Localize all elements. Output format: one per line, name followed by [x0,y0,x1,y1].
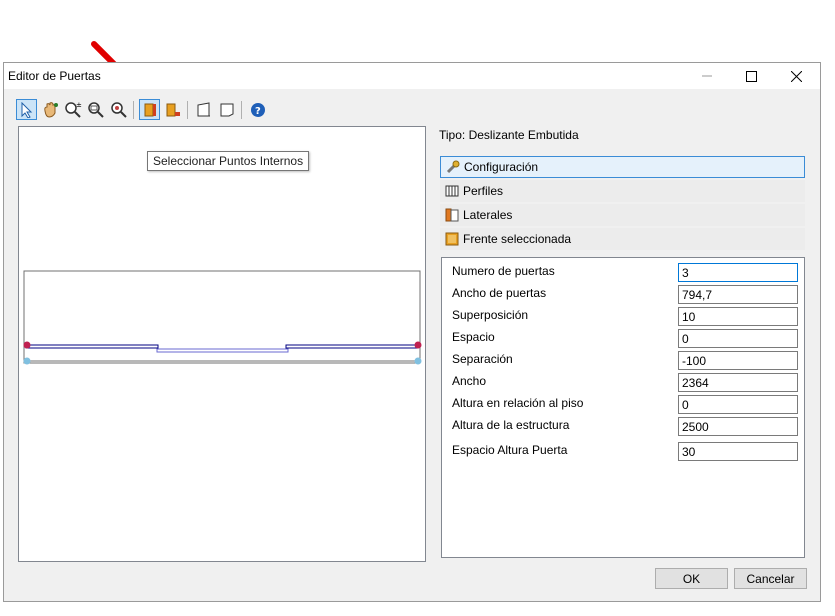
help-tool[interactable]: ? [247,99,268,120]
select-internal-points-icon [144,103,156,116]
espacio-input[interactable] [678,329,798,348]
section-label: Frente seleccionada [463,232,572,246]
numero-de-puertas-input[interactable] [678,263,798,282]
altura-estructura-input[interactable] [678,417,798,436]
minimize-icon [701,75,712,77]
select-arrow-tool[interactable] [16,99,37,120]
editor-window: Editor de Puertas ± ? Tipo: Deslizante E… [3,62,821,602]
tooltip: Seleccionar Puntos Internos [147,151,310,171]
section-laterales[interactable]: Laterales [440,204,805,226]
zoom-window-tool[interactable] [85,99,106,120]
pan-hand-icon [43,101,58,118]
point-left-top [23,341,31,349]
minimize-button[interactable] [684,63,729,89]
front-panel-icon [444,231,460,247]
separacion-input[interactable] [678,351,798,370]
toolbar-separator [187,101,188,119]
superposicion-input[interactable] [678,307,798,326]
section-label: Perfiles [463,184,504,198]
property-label: Superposición [452,308,529,322]
section-label: Laterales [463,208,513,222]
toolbar-separator [133,101,134,119]
svg-text:±: ± [76,101,82,109]
laterals-icon [444,207,460,223]
property-label: Ancho [452,374,487,388]
property-label: Altura en relación al piso [452,396,584,410]
ok-button[interactable]: OK [655,568,728,589]
select-internal-points-tool[interactable] [139,99,160,120]
profiles-icon [444,183,460,199]
pan-tool[interactable] [39,99,60,120]
close-button[interactable] [774,63,819,89]
wrench-icon [445,159,461,175]
zoom-tool[interactable] [108,99,129,120]
point-right-bottom [414,357,422,365]
select-external-points-icon [166,103,180,116]
svg-text:?: ? [255,106,261,117]
help-icon: ? [250,102,265,117]
close-icon [791,70,802,82]
type-label: Tipo: Deslizante Embutida [439,128,579,142]
point-right-top [414,341,422,349]
property-label: Ancho de puertas [452,286,547,300]
zoom-icon [110,101,127,118]
front-view-tool[interactable] [193,99,214,120]
window-title: Editor de Puertas [8,69,101,83]
point-left-bottom [23,357,31,365]
espacio-altura-puerta-input[interactable] [678,442,798,461]
cancel-button[interactable]: Cancelar [734,568,807,589]
zoom-window-icon [87,101,104,118]
side-view-tool[interactable] [216,99,237,120]
section-perfiles[interactable]: Perfiles [440,180,805,202]
maximize-button[interactable] [729,63,774,89]
properties-panel: Numero de puertas Ancho de puertas Super… [441,257,805,558]
door-left [25,344,159,349]
toolbar-separator [241,101,242,119]
property-label: Separación [452,352,513,366]
property-label: Altura de la estructura [452,418,570,432]
ancho-input[interactable] [678,373,798,392]
maximize-icon [746,70,757,82]
select-external-points-tool[interactable] [162,99,183,120]
drawing-canvas[interactable] [18,126,426,562]
property-label: Espacio [452,330,495,344]
section-configuracion[interactable]: Configuración [440,156,805,178]
title-bar: Editor de Puertas [4,63,820,89]
altura-piso-input[interactable] [678,395,798,414]
section-frente-seleccionada[interactable]: Frente seleccionada [440,228,805,250]
side-view-icon [220,103,233,116]
door-plan-drawing [23,270,422,365]
property-label: Numero de puertas [452,264,555,278]
ancho-de-puertas-input[interactable] [678,285,798,304]
property-label: Espacio Altura Puerta [452,443,568,457]
door-middle [156,348,289,353]
section-label: Configuración [464,160,539,174]
zoom-extents-icon: ± [64,101,82,118]
select-arrow-icon [21,101,32,118]
zoom-extents-tool[interactable]: ± [62,99,83,120]
door-right [285,344,419,349]
front-view-icon [197,101,210,116]
